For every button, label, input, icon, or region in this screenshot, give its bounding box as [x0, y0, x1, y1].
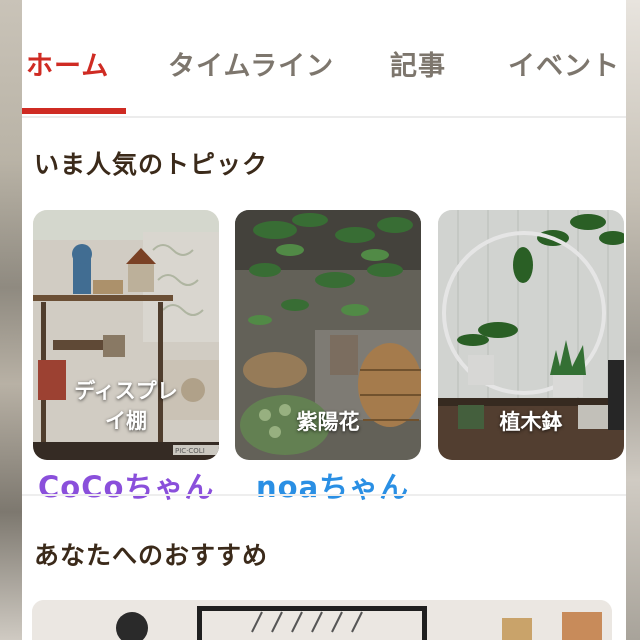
- recommended-photo[interactable]: [32, 600, 612, 640]
- app-screen: ホーム タイムライン 記事 イベント いま人気のトピック ディスプレ イ棚 紫陽…: [22, 0, 626, 640]
- topic-card-hydrangea[interactable]: 紫陽花: [235, 210, 421, 460]
- background-photo-right: [626, 0, 640, 640]
- background-photo-left: [0, 0, 22, 640]
- active-tab-indicator: [22, 108, 126, 114]
- recommended-title: あなたへのおすすめ: [34, 541, 269, 570]
- recommended-photo-image: [32, 600, 612, 640]
- tab-timeline[interactable]: タイムライン: [168, 44, 334, 83]
- popular-topics-title: いま人気のトピック: [34, 150, 269, 179]
- topic-card-display-shelf[interactable]: PIC·COLI ディスプレ イ棚: [33, 210, 219, 460]
- topic-label-hydrangea: 紫陽花: [296, 410, 360, 434]
- tab-articles[interactable]: 記事: [390, 44, 446, 83]
- tab-bar: ホーム タイムライン 記事 イベント: [22, 0, 626, 118]
- section-divider: [22, 494, 626, 496]
- annotation-noa: noaちゃん: [256, 470, 410, 504]
- annotation-coco: CoCoちゃん: [38, 470, 215, 504]
- topic-label-display-shelf: ディスプレ イ棚: [74, 379, 178, 433]
- tab-events[interactable]: イベント: [508, 44, 620, 83]
- tab-home[interactable]: ホーム: [26, 44, 109, 83]
- topic-card-flower-pot[interactable]: 植木鉢: [438, 210, 624, 460]
- topic-label-flower-pot: 植木鉢: [499, 410, 563, 434]
